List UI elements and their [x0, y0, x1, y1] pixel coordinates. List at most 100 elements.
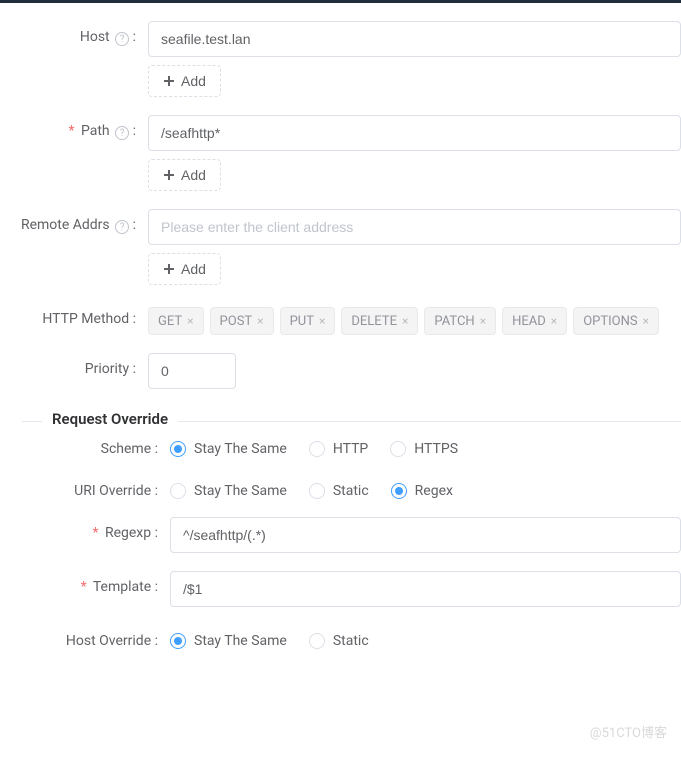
- tag-label: DELETE: [351, 314, 397, 329]
- label-host: Host ? :: [0, 21, 148, 46]
- label-regexp: * Regexp :: [22, 517, 170, 541]
- close-icon[interactable]: ×: [257, 314, 263, 328]
- label-template: * Template :: [22, 571, 170, 595]
- path-input[interactable]: [148, 115, 681, 151]
- radio-icon: [309, 633, 325, 649]
- row-template: * Template :: [22, 571, 681, 607]
- label-text: Path: [81, 123, 110, 139]
- label-text: Host Override: [66, 633, 151, 649]
- remote-addrs-input[interactable]: [148, 209, 681, 245]
- radio-uri-same[interactable]: Stay The Same: [170, 483, 287, 499]
- label-text: HTTP Method: [42, 311, 129, 327]
- control-http-method: GET× POST× PUT × DELETE × PATCH × HEAD× OPT…: [148, 303, 681, 335]
- help-icon[interactable]: ?: [115, 126, 129, 140]
- tag-label: PATCH: [434, 314, 474, 329]
- control-scheme: Stay The Same HTTP HTTPS: [170, 433, 681, 457]
- label-http-method: HTTP Method :: [0, 303, 148, 327]
- control-remote-addrs: Add: [148, 209, 681, 285]
- tag-put[interactable]: PUT ×: [280, 307, 336, 335]
- radio-scheme-http[interactable]: HTTP: [309, 441, 368, 457]
- row-remote-addrs: Remote Addrs ? : Add: [0, 209, 681, 285]
- template-input[interactable]: [170, 571, 681, 607]
- label-uri-override: URI Override :: [22, 475, 170, 499]
- label-text: URI Override: [74, 483, 151, 499]
- http-method-tags: GET× POST× PUT × DELETE × PATCH × HEAD× OPT…: [148, 303, 681, 335]
- row-path: * Path ? : Add: [0, 115, 681, 191]
- close-icon[interactable]: ×: [551, 314, 557, 328]
- row-priority: Priority :: [0, 353, 681, 389]
- close-icon[interactable]: ×: [187, 314, 193, 328]
- section-title: Request Override: [42, 410, 178, 428]
- label-scheme: Scheme :: [22, 433, 170, 457]
- plus-icon: [163, 263, 175, 275]
- radio-label: Stay The Same: [194, 633, 287, 649]
- close-icon[interactable]: ×: [402, 314, 408, 328]
- radio-label: Static: [333, 483, 369, 499]
- add-path-button[interactable]: Add: [148, 159, 221, 191]
- add-label: Add: [181, 73, 206, 89]
- tag-delete[interactable]: DELETE ×: [341, 307, 418, 335]
- section-request-override: Request Override Scheme : Stay The Same …: [22, 411, 681, 649]
- tag-get[interactable]: GET×: [148, 307, 204, 335]
- control-host: Add: [148, 21, 681, 97]
- label-priority: Priority :: [0, 353, 148, 377]
- required-mark: *: [68, 123, 74, 139]
- regexp-input[interactable]: [170, 517, 681, 553]
- radio-icon: [390, 441, 406, 457]
- close-icon[interactable]: ×: [643, 314, 649, 328]
- row-host: Host ? : Add: [0, 21, 681, 97]
- radio-icon: [391, 483, 407, 499]
- row-host-override: Host Override : Stay The Same Static: [22, 625, 681, 649]
- radio-icon: [170, 633, 186, 649]
- help-icon[interactable]: ?: [115, 32, 129, 46]
- radio-host-same[interactable]: Stay The Same: [170, 633, 287, 649]
- radio-label: HTTPS: [414, 441, 458, 457]
- add-host-button[interactable]: Add: [148, 65, 221, 97]
- row-scheme: Scheme : Stay The Same HTTP HTTPS: [22, 433, 681, 457]
- radio-label: Static: [333, 633, 369, 649]
- tag-patch[interactable]: PATCH ×: [424, 307, 496, 335]
- radio-uri-regex[interactable]: Regex: [391, 483, 453, 499]
- label-text: Remote Addrs: [21, 217, 110, 233]
- radio-scheme-same[interactable]: Stay The Same: [170, 441, 287, 457]
- control-regexp: [170, 517, 681, 553]
- radio-label: Stay The Same: [194, 483, 287, 499]
- close-icon[interactable]: ×: [480, 314, 486, 328]
- row-http-method: HTTP Method : GET× POST× PUT × DELETE × PA…: [0, 303, 681, 335]
- radio-label: HTTP: [333, 441, 368, 457]
- add-remote-addrs-button[interactable]: Add: [148, 253, 221, 285]
- label-remote-addrs: Remote Addrs ? :: [0, 209, 148, 234]
- radio-label: Regex: [415, 483, 453, 499]
- label-text: Scheme: [101, 441, 151, 457]
- tag-label: PUT: [290, 314, 314, 329]
- priority-input[interactable]: [148, 353, 236, 389]
- tag-options[interactable]: OPTIONS×: [573, 307, 659, 335]
- close-icon[interactable]: ×: [319, 314, 325, 328]
- control-priority: [148, 353, 681, 389]
- row-uri-override: URI Override : Stay The Same Static Rege…: [22, 475, 681, 499]
- radio-icon: [309, 483, 325, 499]
- radio-scheme-https[interactable]: HTTPS: [390, 441, 458, 457]
- radio-label: Stay The Same: [194, 441, 287, 457]
- add-label: Add: [181, 261, 206, 277]
- required-mark: *: [81, 579, 87, 595]
- add-label: Add: [181, 167, 206, 183]
- watermark: @51CTO博客: [590, 722, 667, 741]
- radio-icon: [170, 483, 186, 499]
- scheme-radio-group: Stay The Same HTTP HTTPS: [170, 433, 681, 457]
- host-input[interactable]: [148, 21, 681, 57]
- control-host-override: Stay The Same Static: [170, 625, 681, 649]
- control-path: Add: [148, 115, 681, 191]
- radio-uri-static[interactable]: Static: [309, 483, 369, 499]
- radio-host-static[interactable]: Static: [309, 633, 369, 649]
- label-host-override: Host Override :: [22, 625, 170, 649]
- help-icon[interactable]: ?: [115, 220, 129, 234]
- radio-icon: [170, 441, 186, 457]
- label-text: Template: [93, 579, 151, 595]
- plus-icon: [163, 75, 175, 87]
- uri-override-radio-group: Stay The Same Static Regex: [170, 475, 681, 499]
- host-override-radio-group: Stay The Same Static: [170, 625, 681, 649]
- tag-head[interactable]: HEAD×: [502, 307, 567, 335]
- tag-post[interactable]: POST×: [210, 307, 274, 335]
- label-text: Priority: [85, 361, 129, 377]
